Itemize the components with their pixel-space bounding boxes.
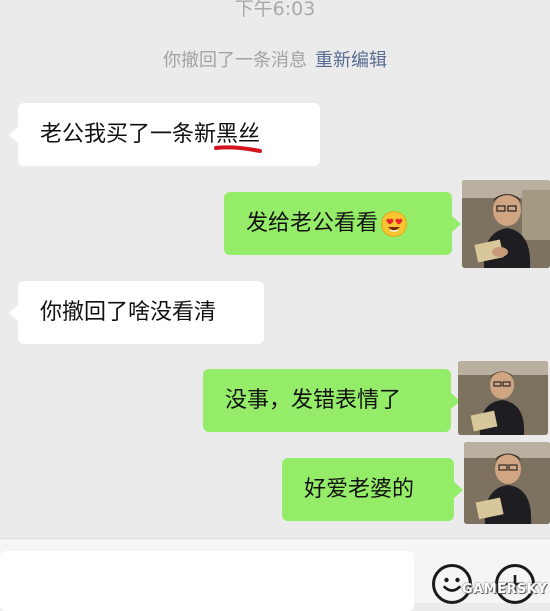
message-text: 发给老公看看	[246, 210, 379, 236]
reedit-link[interactable]: 重新编辑	[315, 50, 387, 71]
message-text: 你撤回了啥没看清	[40, 299, 217, 325]
heart-eyes-emoji-icon	[381, 210, 408, 237]
highlighted-word: 黑丝	[214, 120, 263, 153]
received-message-bubble[interactable]: 老公我买了一条新 黑丝	[9, 103, 320, 166]
sent-message-bubble[interactable]: 发给老公看看	[224, 192, 461, 255]
received-message-bubble[interactable]: 你撤回了啥没看清	[9, 281, 264, 344]
man-reading-photo	[464, 442, 550, 524]
man-reading-photo	[458, 361, 548, 435]
message-text: 老公我买了一条新	[40, 121, 217, 147]
avatar[interactable]	[458, 361, 548, 435]
recall-text: 你撤回了一条消息	[163, 50, 307, 71]
avatar[interactable]	[462, 180, 550, 268]
red-underline-mark	[214, 144, 263, 153]
man-reading-photo	[462, 180, 550, 268]
message-text: 好爱老婆的	[304, 476, 415, 502]
watermark: GAMERSKY	[462, 582, 548, 597]
sent-message-bubble[interactable]: 没事，发错表情了	[203, 369, 460, 432]
message-timestamp: 下午6:03	[234, 0, 316, 20]
sent-message-bubble[interactable]: 好爱老婆的	[282, 458, 463, 521]
avatar[interactable]	[464, 442, 550, 524]
message-text: 没事，发错表情了	[225, 387, 402, 413]
message-input[interactable]	[0, 551, 414, 611]
recall-notice: 你撤回了一条消息 重新编辑	[0, 46, 550, 72]
